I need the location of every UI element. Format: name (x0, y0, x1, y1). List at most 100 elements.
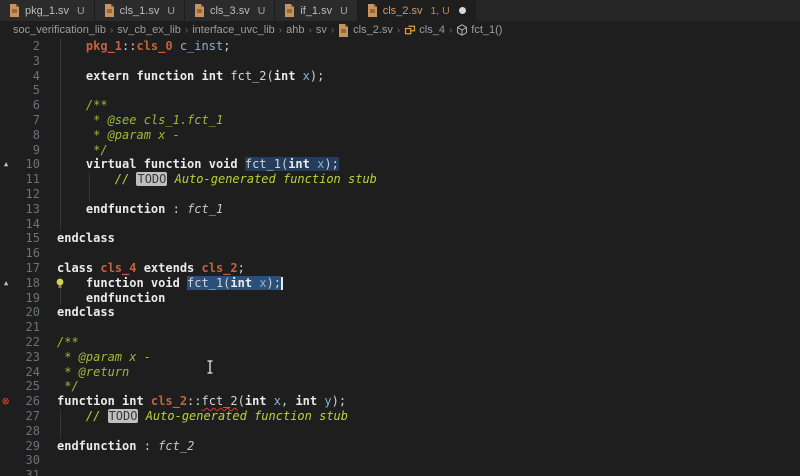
tab-git-status: U (257, 4, 266, 17)
code-line-12[interactable]: 12 (0, 186, 800, 202)
tab-if_1.sv[interactable]: if_1.sv U (275, 0, 358, 21)
code-text[interactable]: * @param x - (57, 350, 151, 365)
code-text[interactable]: function int cls_2::fct_2(int x, int y); (57, 394, 346, 409)
code-text[interactable]: */ (57, 143, 107, 158)
tab-cls_1.sv[interactable]: cls_1.sv U (94, 0, 185, 21)
code-text[interactable]: */ (57, 379, 79, 394)
code-line-16[interactable]: 16 (0, 246, 800, 261)
line-number: 14 (25, 216, 40, 231)
code-token: fct_2 (201, 394, 238, 409)
vscode-window: pkg_1.sv Ucls_1.sv Ucls_3.sv Uif_1.sv Ucls_2… (0, 0, 800, 476)
code-token: /** (57, 98, 108, 113)
breadcrumb-separator: › (448, 24, 453, 36)
code-line-14[interactable]: 14 (0, 216, 800, 232)
tab-git-status: 1, U (430, 4, 450, 17)
code-token: fct_1 (244, 157, 281, 172)
breadcrumb-item-sv_cb_ex_lib[interactable]: sv_cb_ex_lib (117, 24, 181, 36)
code-line-5[interactable]: 5 (0, 83, 800, 99)
code-line-22[interactable]: 22 /** (0, 335, 800, 350)
file-icon (194, 4, 205, 17)
code-token: pkg_1 (57, 39, 123, 53)
code-text[interactable]: endclass (57, 305, 115, 320)
code-token: Auto-generated function stub (138, 408, 348, 423)
breadcrumb-label: sv_cb_ex_lib (117, 24, 181, 36)
breadcrumb-item-sv[interactable]: sv (316, 24, 327, 36)
breadcrumb-item-cls_2sv[interactable]: cls_2.sv (338, 24, 393, 37)
code-token: c_inst (172, 39, 224, 53)
line-number: 24 (25, 364, 40, 379)
code-token: TODO (107, 408, 139, 423)
code-line-29[interactable]: 29 endfunction : fct_2 (0, 439, 800, 454)
code-line-9[interactable]: 9 */ (0, 142, 800, 158)
code-line-8[interactable]: 8 * @param x - (0, 127, 800, 143)
code-line-17[interactable]: 17 class cls_4 extends cls_2; (0, 261, 800, 276)
code-text[interactable]: // TODO Auto-generated function stub (57, 408, 348, 424)
breadcrumb-item-soc_verification_lib[interactable]: soc_verification_lib (13, 24, 106, 36)
line-number: 22 (25, 334, 40, 349)
code-line-20[interactable]: 20 endclass (0, 305, 800, 320)
breadcrumb-item-fct_1[interactable]: fct_1() (456, 24, 502, 36)
selection-highlight: fct_1(int x); (244, 157, 339, 172)
code-line-24[interactable]: 24 * @return (0, 365, 800, 380)
breadcrumb-item-cls_4[interactable]: cls_4 (404, 24, 445, 36)
code-text[interactable]: * @see cls_1.fct_1 (57, 113, 223, 128)
code-line-19[interactable]: 19 endfunction (0, 290, 800, 306)
code-token: * @param x - (57, 127, 180, 142)
code-line-11[interactable]: 11 // TODO Auto-generated function stub (0, 172, 800, 187)
code-token: y (317, 394, 332, 409)
breadcrumb-label: soc_verification_lib (13, 24, 106, 36)
code-token: * @return (57, 364, 130, 379)
code-token: int (244, 394, 267, 409)
tab-git-status: U (167, 4, 175, 17)
code-line-31[interactable]: 31 (0, 468, 800, 476)
code-text[interactable]: endfunction (57, 291, 165, 306)
code-line-23[interactable]: 23 * @param x - (0, 350, 800, 365)
code-line-13[interactable]: 13 endfunction : fct_1 (0, 201, 800, 217)
breadcrumb-item-interface_uvc_lib[interactable]: interface_uvc_lib (192, 24, 275, 36)
code-line-3[interactable]: 3 (0, 53, 800, 69)
unsaved-dot-icon[interactable] (458, 7, 466, 14)
code-token: fct_1 (187, 275, 224, 290)
code-text[interactable]: endfunction : fct_2 (57, 439, 194, 454)
tab-cls_3.sv[interactable]: cls_3.sv U (184, 0, 276, 21)
code-line-26[interactable]: ⊗ 26 function int cls_2::fct_2(int x, int … (0, 394, 800, 409)
breadcrumb-label: sv (315, 24, 327, 36)
code-token: ( (266, 68, 274, 83)
code-text[interactable]: // TODO Auto-generated function stub (57, 172, 377, 187)
code-text[interactable]: function void fct_1(int x); (57, 275, 283, 291)
breadcrumb-item-ahb[interactable]: ahb (286, 24, 304, 36)
code-line-10[interactable]: ▲ 10 virtual function void fct_1(int x); (0, 157, 800, 173)
code-line-21[interactable]: 21 (0, 320, 800, 335)
line-number: 13 (25, 201, 40, 216)
code-line-18[interactable]: ▲ 18 function void fct_1(int x); (0, 275, 800, 291)
code-line-7[interactable]: 7 * @see cls_1.fct_1 (0, 112, 800, 128)
code-text[interactable]: extern function int fct_2(int x); (57, 69, 324, 84)
code-text[interactable]: /** (57, 335, 79, 350)
code-text[interactable]: pkg_1::cls_0 c_inst; (57, 39, 231, 54)
code-line-6[interactable]: 6 /** (0, 98, 800, 113)
code-text[interactable]: * @return (57, 365, 129, 380)
code-text[interactable]: * @param x - (57, 128, 180, 143)
code-line-2[interactable]: 2 pkg_1::cls_0 c_inst; (0, 39, 800, 54)
code-text[interactable]: virtual function void fct_1(int x); (57, 157, 339, 172)
breadcrumb-separator: › (308, 24, 312, 36)
line-number: 18 (25, 275, 40, 290)
tab-label: cls_1.sv (119, 4, 160, 17)
code-line-28[interactable]: 28 (0, 423, 800, 439)
selection-highlight: fct_1(int x); (187, 275, 281, 290)
tab-cls_2.sv[interactable]: cls_2.sv 1, U (357, 0, 476, 21)
code-text[interactable]: endfunction : fct_1 (57, 202, 223, 217)
tab-pkg_1.sv[interactable]: pkg_1.sv U (0, 0, 95, 21)
breadcrumb-label: cls_2.sv (353, 24, 393, 36)
code-token: */ (57, 379, 79, 394)
code-text[interactable]: endclass (57, 231, 115, 246)
code-text[interactable]: /** (57, 98, 108, 113)
code-line-4[interactable]: 4 extern function int fct_2(int x); (0, 68, 800, 84)
line-number: 5 (32, 83, 40, 98)
code-line-27[interactable]: 27 // TODO Auto-generated function stub (0, 408, 800, 424)
code-line-30[interactable]: 30 (0, 453, 800, 468)
code-line-15[interactable]: 15 endclass (0, 231, 800, 246)
code-text[interactable]: class cls_4 extends cls_2; (57, 261, 245, 276)
code-line-25[interactable]: 25 */ (0, 379, 800, 394)
code-editor[interactable]: 2 pkg_1::cls_0 c_inst; 3 4 extern function… (0, 39, 800, 476)
